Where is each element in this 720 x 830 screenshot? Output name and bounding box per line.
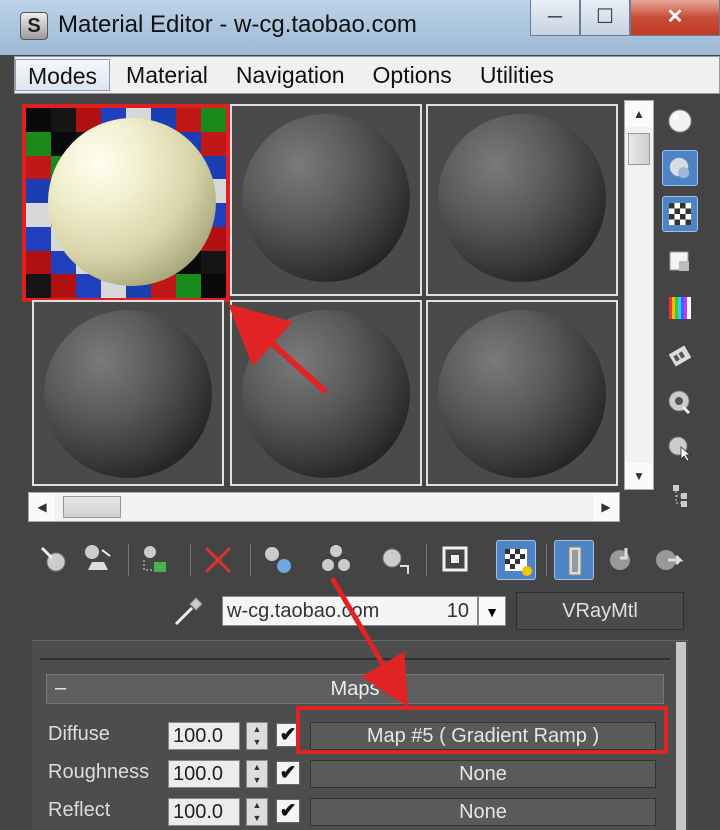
maps-rollout-title: Maps bbox=[330, 678, 380, 700]
previous-rollout-edge bbox=[40, 642, 670, 660]
slots-horizontal-scrollbar[interactable]: ◀ ▶ bbox=[28, 492, 620, 522]
scroll-left-arrow-icon[interactable]: ◀ bbox=[29, 493, 55, 521]
map-amount-field[interactable]: 100.0 bbox=[168, 760, 240, 788]
material-name-dropdown-arrow-icon[interactable]: ▼ bbox=[478, 596, 506, 626]
go-to-parent-icon[interactable] bbox=[602, 540, 642, 580]
sample-slot-6[interactable] bbox=[426, 300, 618, 486]
scroll-thumb[interactable] bbox=[63, 496, 121, 518]
background-icon[interactable] bbox=[662, 196, 698, 232]
scroll-right-arrow-icon[interactable]: ▶ bbox=[593, 493, 619, 521]
sample-sphere bbox=[44, 310, 212, 478]
backlight-icon[interactable] bbox=[662, 150, 698, 186]
sample-sphere bbox=[438, 310, 606, 478]
menu-navigation[interactable]: Navigation bbox=[224, 59, 357, 91]
diffuse-map-highlight-box bbox=[296, 706, 668, 754]
title-bar: S Material Editor - w-cg.taobao.com ─ ☐ … bbox=[0, 0, 720, 55]
map-row-roughness: Roughness 100.0 ▲ ▼ ✔ None bbox=[46, 758, 676, 794]
map-row-reflect: Reflect 100.0 ▲ ▼ ✔ None bbox=[46, 796, 676, 830]
sample-sphere bbox=[242, 114, 410, 282]
sample-sphere bbox=[242, 310, 410, 478]
menu-material[interactable]: Material bbox=[114, 59, 220, 91]
map-slot-button[interactable]: None bbox=[310, 760, 656, 788]
toolbar-separator bbox=[546, 544, 547, 576]
sample-uv-tiling-icon[interactable] bbox=[662, 244, 698, 280]
menu-modes[interactable]: Modes bbox=[15, 59, 111, 91]
options-icon[interactable] bbox=[662, 384, 698, 420]
show-end-result-icon[interactable] bbox=[554, 540, 594, 580]
make-material-copy-icon[interactable] bbox=[258, 540, 298, 580]
material-slot-number: 10 bbox=[446, 600, 469, 622]
map-enable-checkbox[interactable]: ✔ bbox=[276, 799, 300, 823]
toolbar-separator bbox=[128, 544, 129, 576]
material-name: w-cg.taobao.com bbox=[227, 600, 380, 622]
put-to-library-icon[interactable] bbox=[374, 540, 414, 580]
amount-spinner[interactable]: ▲ ▼ bbox=[246, 722, 268, 750]
slots-vertical-scrollbar[interactable]: ▲ ▼ bbox=[624, 100, 654, 490]
scroll-up-arrow-icon[interactable]: ▲ bbox=[625, 101, 653, 127]
scroll-thumb[interactable] bbox=[628, 133, 650, 165]
material-type-button[interactable]: VRayMtl bbox=[516, 592, 684, 630]
menu-options[interactable]: Options bbox=[361, 59, 464, 91]
amount-spinner[interactable]: ▲ ▼ bbox=[246, 760, 268, 788]
reset-map-icon[interactable] bbox=[198, 540, 238, 580]
pick-material-from-object-icon[interactable] bbox=[170, 592, 208, 630]
window-title: Material Editor - w-cg.taobao.com bbox=[58, 11, 417, 38]
menu-bar: Modes Material Navigation Options Utilit… bbox=[14, 56, 720, 94]
get-material-icon[interactable] bbox=[36, 540, 76, 580]
sample-sphere bbox=[438, 114, 606, 282]
maps-rollout-header[interactable]: – Maps bbox=[46, 674, 664, 704]
parameters-scrollbar[interactable] bbox=[676, 642, 686, 830]
sample-slot-2[interactable] bbox=[230, 104, 422, 296]
sample-type-icon[interactable] bbox=[662, 104, 698, 140]
close-button[interactable]: ✕ bbox=[630, 0, 720, 36]
map-row-label: Reflect bbox=[48, 799, 111, 821]
make-unique-icon[interactable] bbox=[316, 540, 356, 580]
sample-slot-3[interactable] bbox=[426, 104, 618, 296]
menu-utilities[interactable]: Utilities bbox=[468, 59, 566, 91]
put-material-to-scene-icon[interactable] bbox=[78, 540, 118, 580]
map-row-label: Roughness bbox=[48, 761, 150, 783]
toolbar-separator bbox=[426, 544, 427, 576]
app-icon: S bbox=[20, 12, 48, 40]
scroll-down-arrow-icon[interactable]: ▼ bbox=[625, 463, 653, 489]
toolbar-separator bbox=[190, 544, 191, 576]
material-map-navigator-icon[interactable] bbox=[662, 478, 698, 514]
window-controls: ─ ☐ ✕ bbox=[530, 0, 720, 36]
sample-slot-4[interactable] bbox=[32, 300, 224, 486]
go-forward-to-sibling-icon[interactable] bbox=[648, 540, 688, 580]
maximize-button[interactable]: ☐ bbox=[580, 0, 630, 36]
map-row-label: Diffuse bbox=[48, 723, 110, 745]
video-color-check-icon[interactable] bbox=[662, 290, 698, 326]
map-enable-checkbox[interactable]: ✔ bbox=[276, 761, 300, 785]
material-name-field[interactable]: w-cg.taobao.com 10 bbox=[222, 596, 478, 626]
amount-spinner[interactable]: ▲ ▼ bbox=[246, 798, 268, 826]
show-shaded-in-viewport-icon[interactable] bbox=[496, 540, 536, 580]
sample-slot-5[interactable] bbox=[230, 300, 422, 486]
material-id-channel-icon[interactable] bbox=[436, 540, 476, 580]
make-preview-icon[interactable] bbox=[662, 338, 698, 374]
sample-slot-1[interactable] bbox=[22, 104, 230, 302]
minimize-button[interactable]: ─ bbox=[530, 0, 580, 36]
map-amount-field[interactable]: 100.0 bbox=[168, 798, 240, 826]
map-amount-field[interactable]: 100.0 bbox=[168, 722, 240, 750]
assign-material-to-selection-icon[interactable] bbox=[136, 540, 176, 580]
toolbar-separator bbox=[250, 544, 251, 576]
map-slot-button[interactable]: None bbox=[310, 798, 656, 826]
select-by-material-icon[interactable] bbox=[662, 430, 698, 466]
sample-sphere-selected bbox=[48, 118, 216, 286]
